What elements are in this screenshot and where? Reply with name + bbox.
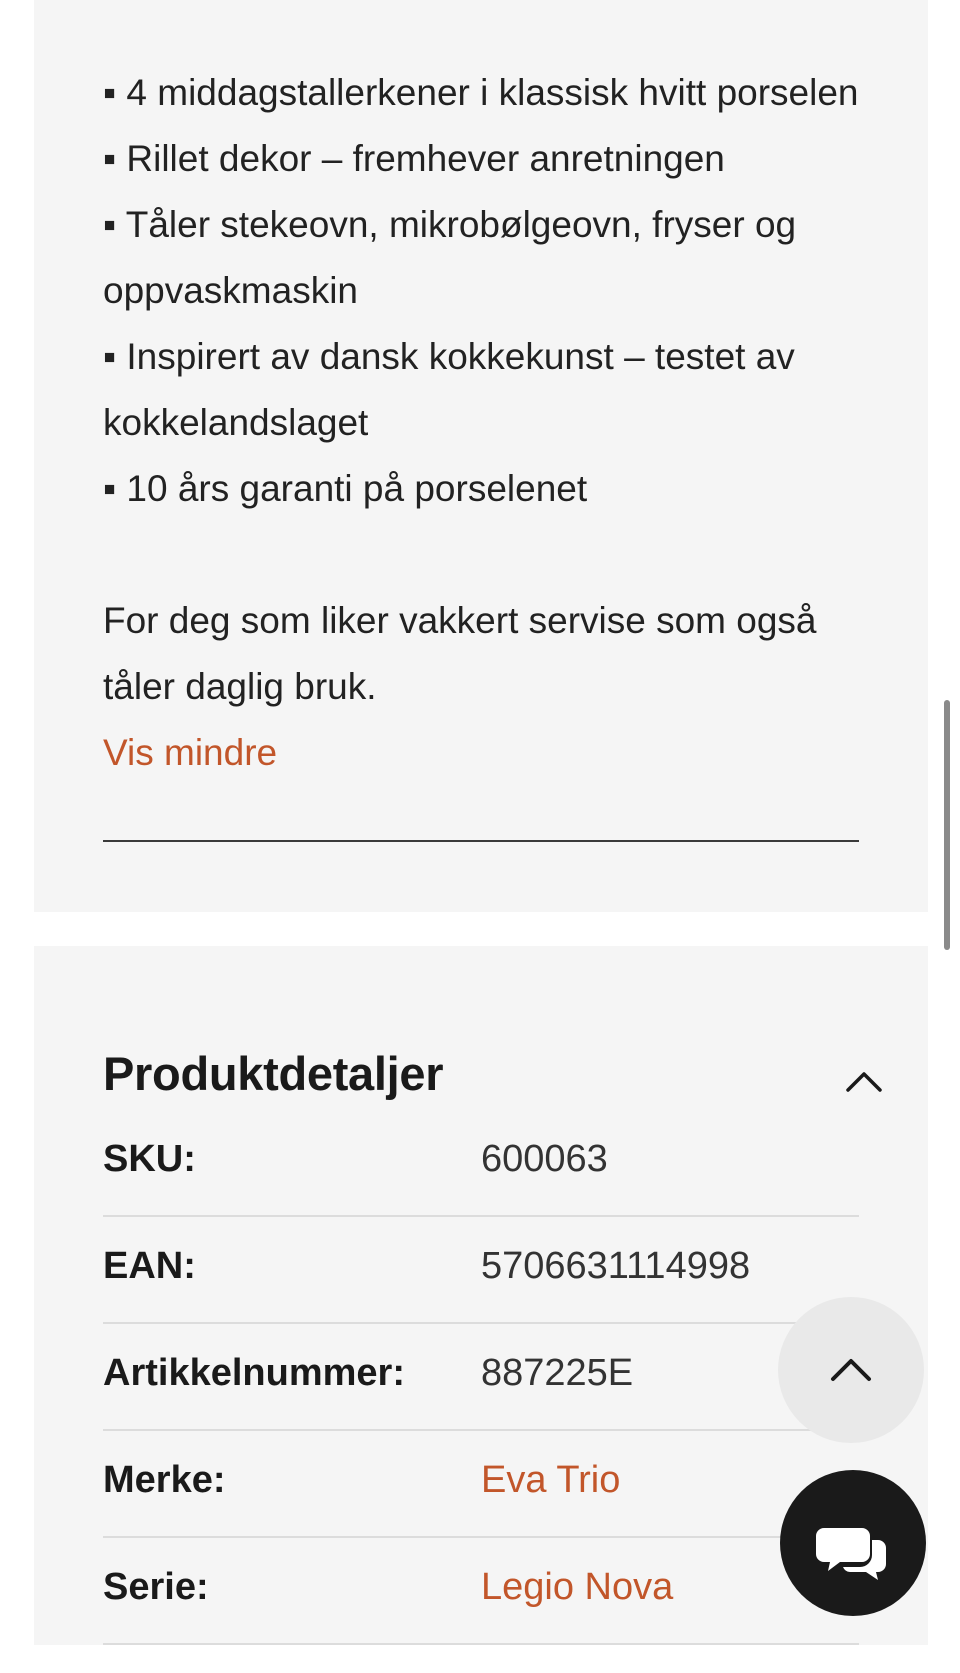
bottom-safe-area (0, 1645, 960, 1673)
detail-row-article-number: Artikkelnummer: 887225E (103, 1322, 859, 1431)
chat-bubbles-icon (816, 1528, 886, 1580)
page-viewport: ▪ 4 middagstallerkener i klassisk hvitt … (0, 0, 960, 1645)
detail-label: Serie: (103, 1566, 209, 1608)
chevron-up-icon (846, 1072, 882, 1092)
chat-button[interactable] (780, 1470, 926, 1616)
collapse-details-button[interactable] (834, 1054, 894, 1110)
description-bullet: ▪ Rillet dekor – fremhever anretningen (103, 138, 725, 179)
description-bullet: ▪ Inspirert av dansk kokkekunst – testet… (103, 336, 795, 443)
detail-label: SKU: (103, 1138, 196, 1180)
divider (103, 840, 859, 842)
series-link[interactable]: Legio Nova (481, 1566, 673, 1609)
description-bullet: ▪ 4 middagstallerkener i klassisk hvitt … (103, 72, 859, 113)
product-description-card: ▪ 4 middagstallerkener i klassisk hvitt … (34, 0, 928, 912)
detail-row-series: Serie: Legio Nova (103, 1536, 859, 1645)
detail-label: Merke: (103, 1459, 226, 1501)
show-less-link[interactable]: Vis mindre (103, 720, 277, 786)
detail-row-brand: Merke: Eva Trio (103, 1429, 859, 1538)
chevron-up-icon (831, 1359, 871, 1381)
detail-value: 887225E (481, 1352, 634, 1394)
scroll-to-top-button[interactable] (778, 1297, 924, 1443)
detail-row-sku: SKU: 600063 (103, 1108, 859, 1217)
detail-label: Artikkelnummer: (103, 1352, 405, 1394)
product-details-title: Produktdetaljer (103, 1047, 444, 1100)
description-bullet: ▪ 10 års garanti på porselenet (103, 468, 588, 509)
detail-value: 5706631114998 (481, 1245, 751, 1287)
description-summary: For deg som liker vakkert servise som og… (103, 600, 817, 707)
scrollbar-thumb[interactable] (944, 700, 950, 950)
brand-link[interactable]: Eva Trio (481, 1459, 620, 1502)
detail-value: 600063 (481, 1138, 608, 1180)
product-description: ▪ 4 middagstallerkener i klassisk hvitt … (103, 60, 863, 786)
detail-row-ean: EAN: 5706631114998 (103, 1215, 859, 1324)
detail-label: EAN: (103, 1245, 196, 1287)
description-bullet: ▪ Tåler stekeovn, mikrobølgeovn, fryser … (103, 204, 797, 311)
